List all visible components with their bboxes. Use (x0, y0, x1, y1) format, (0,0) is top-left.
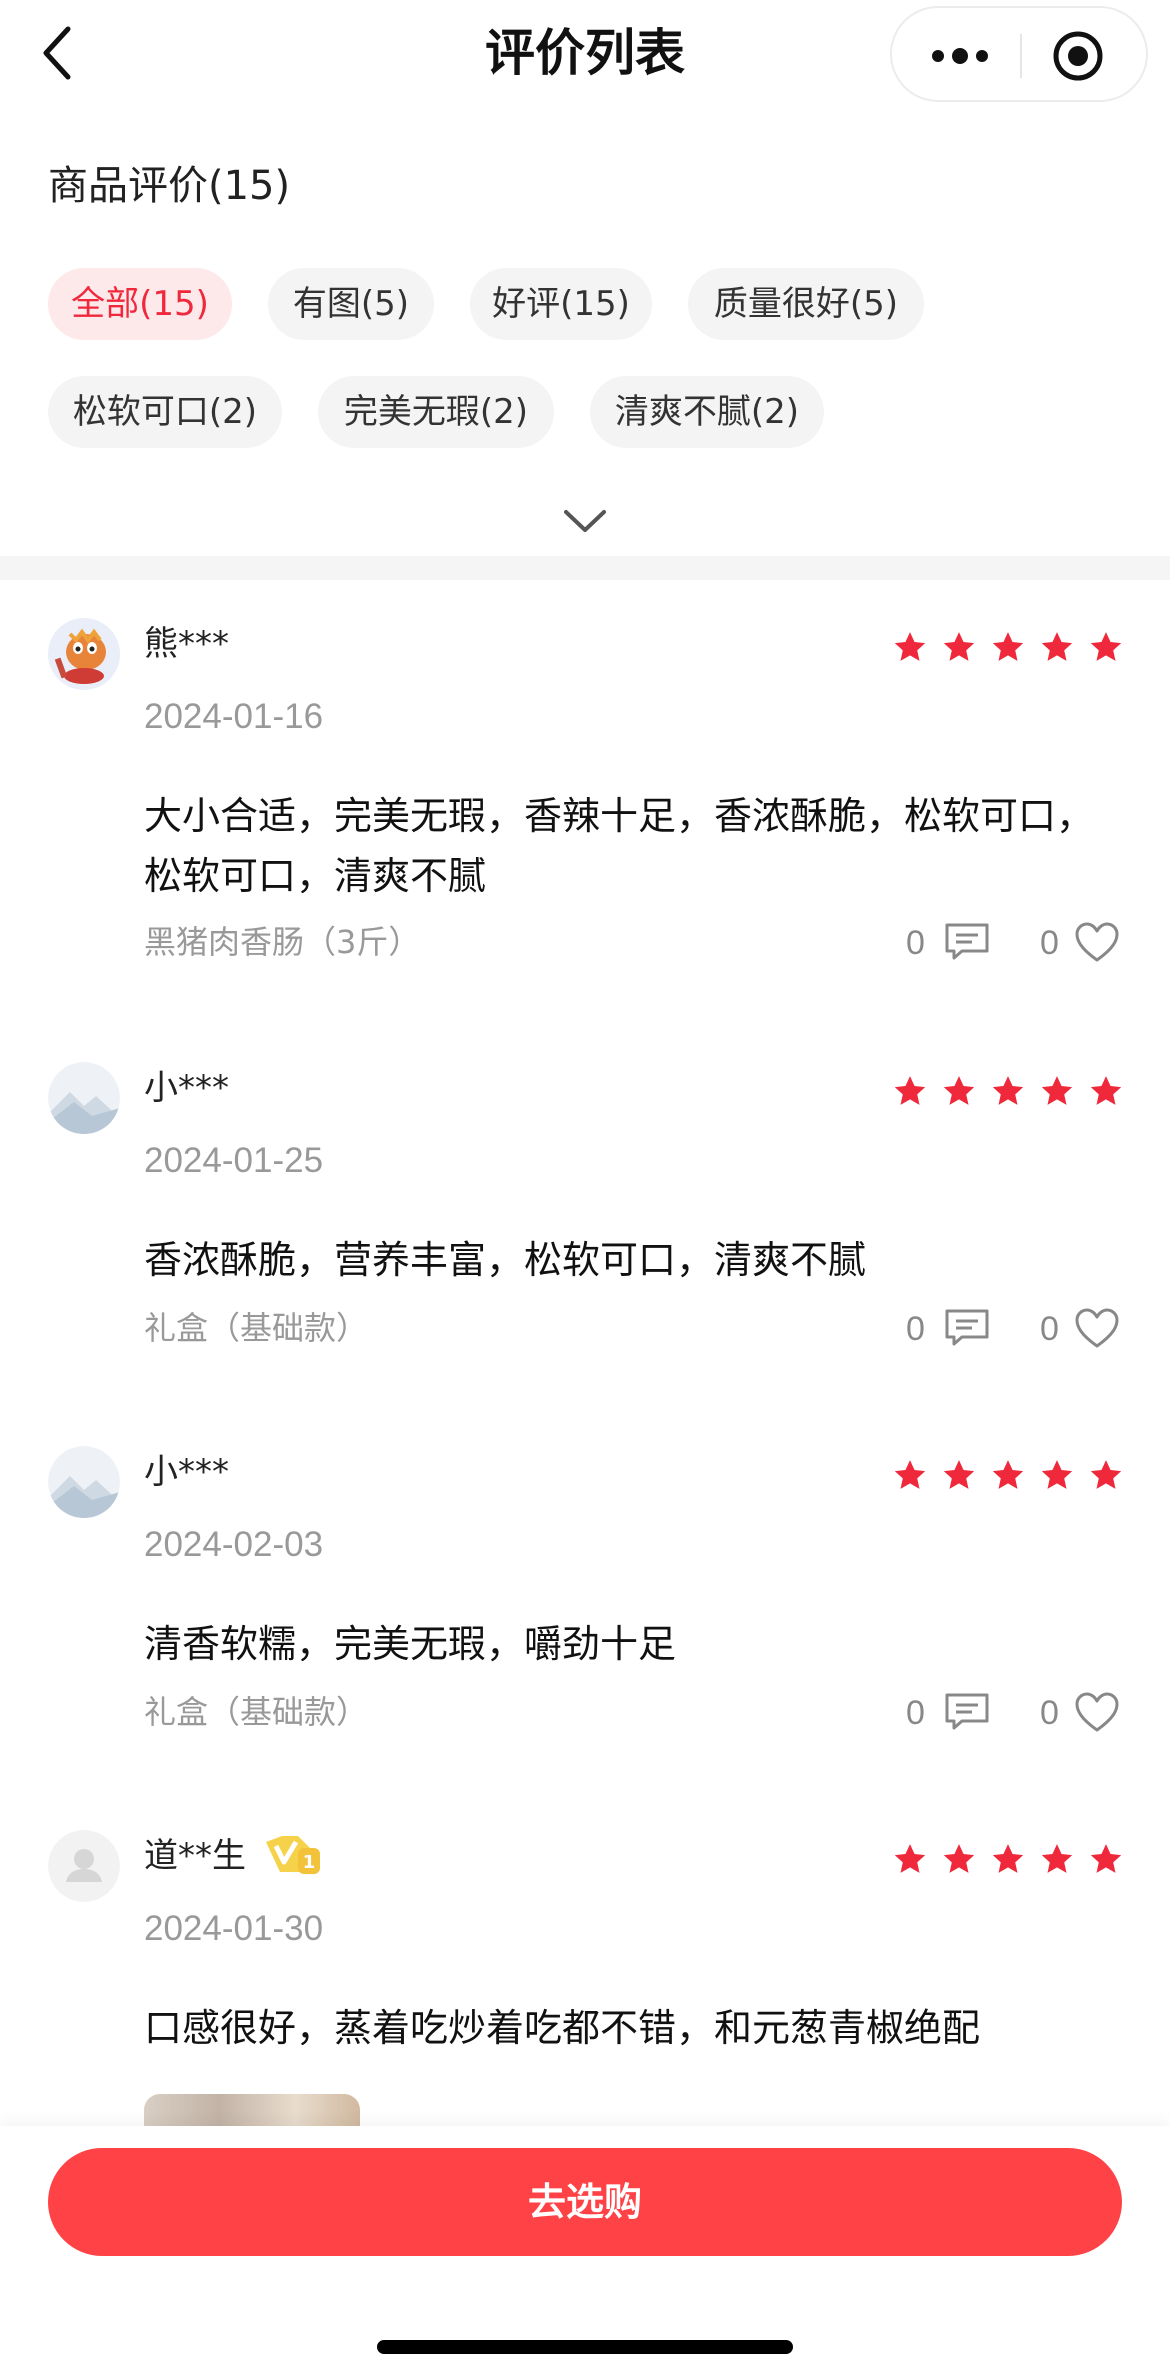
heart-icon[interactable] (1074, 922, 1120, 964)
review-text: 口感很好，蒸着吃炒着吃都不错，和元葱青椒绝配 (144, 2006, 981, 2050)
star-icon (943, 1460, 975, 1489)
star-icon (992, 1076, 1024, 1105)
review-date: 2024-02-03 (144, 1525, 324, 1564)
bottom-bar: 去选购 (0, 2126, 1170, 2378)
section-divider (0, 556, 1170, 580)
star-rating (893, 1458, 1123, 1498)
star-icon (992, 1844, 1024, 1873)
filter-chip-flawless[interactable]: 完美无瑕(2) (318, 376, 554, 448)
star-icon (1041, 1844, 1073, 1873)
comment-icon[interactable] (944, 922, 990, 962)
star-icon (943, 1844, 975, 1873)
star-icon (894, 1844, 926, 1873)
avatar (48, 1446, 120, 1518)
nav-header: 评价列表 (0, 0, 1170, 108)
review-actions: 0 0 (906, 1688, 1126, 1738)
miniprogram-capsule (890, 6, 1148, 102)
star-rating (893, 1842, 1123, 1882)
review-actions: 0 0 (906, 918, 1126, 968)
target-icon (1053, 31, 1103, 81)
star-icon (1090, 1460, 1122, 1489)
avatar (48, 618, 120, 690)
star-rating (893, 630, 1123, 670)
heart-icon[interactable] (1074, 1692, 1120, 1734)
heart-icon[interactable] (1074, 1308, 1120, 1350)
review-text: 清香软糯，完美无瑕，嚼劲十足 (144, 1622, 677, 1666)
star-icon (1090, 632, 1122, 661)
star-icon (1090, 1844, 1122, 1873)
avatar (48, 1062, 120, 1134)
more-dots-icon (932, 48, 988, 64)
star-icon (1041, 1460, 1073, 1489)
review-username: 道**生 (144, 1836, 246, 1876)
default-user-avatar-icon (48, 1830, 120, 1902)
review-date: 2024-01-30 (144, 1909, 324, 1948)
capsule-divider (1020, 34, 1022, 78)
star-icon (894, 1460, 926, 1489)
like-count: 0 (1040, 1694, 1059, 1732)
star-icon (992, 632, 1024, 661)
filter-chip-refreshing[interactable]: 清爽不腻(2) (590, 376, 824, 448)
comment-icon[interactable] (944, 1308, 990, 1348)
star-icon (992, 1460, 1024, 1489)
filter-chip-with-photos[interactable]: 有图(5) (268, 268, 434, 340)
review-text: 香浓酥脆，营养丰富，松软可口，清爽不腻 (144, 1238, 867, 1282)
star-icon (894, 632, 926, 661)
section-title: 商品评价(15) (48, 163, 291, 209)
comment-count: 0 (906, 924, 925, 962)
svg-text:1: 1 (303, 1852, 316, 1873)
go-shopping-button[interactable]: 去选购 (48, 2148, 1122, 2256)
review-username: 熊*** (144, 624, 229, 664)
star-icon (1090, 1076, 1122, 1105)
product-spec: 礼盒（基础款） (144, 1309, 369, 1347)
like-count: 0 (1040, 1310, 1059, 1348)
comment-icon[interactable] (944, 1692, 990, 1732)
review-text: 大小合适，完美无瑕，香辣十足，香浓酥脆，松软可口，松软可口，清爽不腻 (144, 794, 1095, 898)
like-count: 0 (1040, 924, 1059, 962)
star-icon (894, 1076, 926, 1105)
star-icon (1041, 632, 1073, 661)
vip-badge: 1 (262, 1832, 324, 1882)
home-indicator (377, 2340, 793, 2354)
comment-count: 0 (906, 1310, 925, 1348)
mountain-avatar-icon (48, 1062, 120, 1134)
more-button[interactable] (928, 36, 992, 76)
star-rating (893, 1074, 1123, 1114)
product-spec: 礼盒（基础款） (144, 1693, 369, 1731)
review-username: 小*** (144, 1068, 229, 1108)
filter-chip-good-quality[interactable]: 质量很好(5) (688, 268, 924, 340)
filter-chip-all[interactable]: 全部(15) (48, 268, 232, 340)
review-actions: 0 0 (906, 1304, 1126, 1354)
filter-chip-soft-tasty[interactable]: 松软可口(2) (48, 376, 282, 448)
mountain-avatar-icon (48, 1446, 120, 1518)
review-date: 2024-01-25 (144, 1141, 324, 1180)
chevron-down-icon (564, 510, 606, 532)
review-username: 小*** (144, 1452, 229, 1492)
close-miniprogram-button[interactable] (1052, 30, 1104, 82)
product-spec: 黑猪肉香肠（3斤） (144, 923, 421, 961)
filter-chip-positive[interactable]: 好评(15) (470, 268, 652, 340)
star-icon (943, 632, 975, 661)
avatar (48, 1830, 120, 1902)
star-icon (1041, 1076, 1073, 1105)
expand-filters-button[interactable] (560, 500, 610, 540)
vip-badge-icon: 1 (266, 1836, 320, 1874)
star-icon (943, 1076, 975, 1105)
review-date: 2024-01-16 (144, 697, 324, 736)
cartoon-avatar-icon (48, 618, 120, 690)
comment-count: 0 (906, 1694, 925, 1732)
